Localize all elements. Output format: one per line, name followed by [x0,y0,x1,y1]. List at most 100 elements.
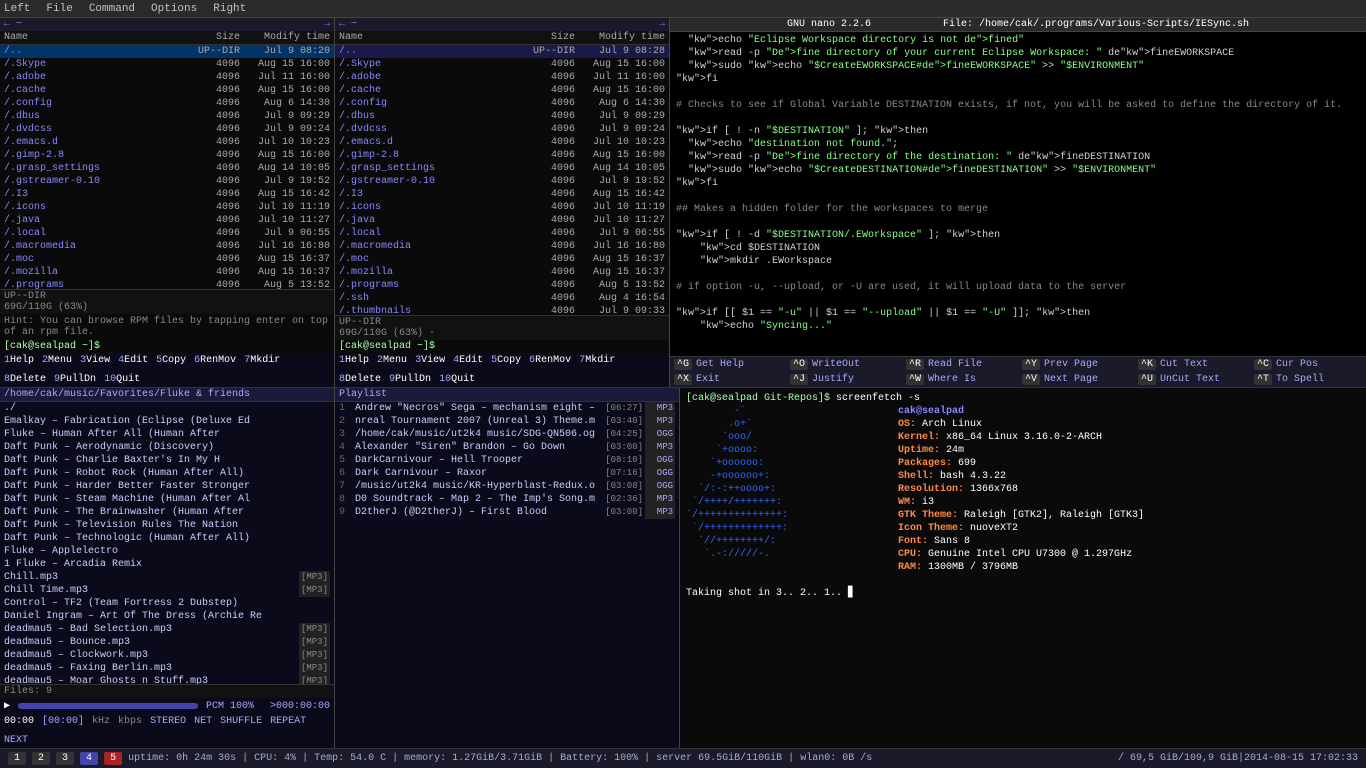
left-fm-row[interactable]: /.grasp_settings4096Aug 14 10:05 [0,162,334,175]
right-fm-row[interactable]: /.dvdcss4096Jul 9 09:24 [335,123,669,136]
fm-shortcut[interactable]: 1Help [4,355,34,366]
fm-shortcut[interactable]: 9PullDn [389,374,431,385]
nano-shortcut[interactable]: ^OWriteOut [786,357,902,372]
mp-track-row[interactable]: Daft Punk – Television Rules The Nation [0,519,334,532]
mp-ctrl-stereo[interactable]: STEREO [150,716,186,727]
mp-track-row[interactable]: deadmau5 – Faxing Berlin.mp3[MP3] [0,662,334,675]
right-fm-row[interactable]: /.gimp-2.84096Aug 15 16:00 [335,149,669,162]
fm-shortcut[interactable]: 3View [80,355,110,366]
left-fm-row[interactable]: /.java4096Jul 10 11:27 [0,214,334,227]
left-fm-row[interactable]: /.cache4096Aug 15 16:00 [0,84,334,97]
fm-shortcut[interactable]: 6RenMov [194,355,236,366]
fm-shortcut[interactable]: 10Quit [439,374,475,385]
mp-track-row[interactable]: Daft Punk – Steam Machine (Human After A… [0,493,334,506]
mp-track-row[interactable]: deadmau5 – Moar Ghosts n Stuff.mp3[MP3] [0,675,334,684]
left-fm-row[interactable]: /.I34096Aug 15 16:42 [0,188,334,201]
nano-shortcut[interactable]: ^GGet Help [670,357,786,372]
left-fm-row[interactable]: /.icons4096Jul 10 11:19 [0,201,334,214]
mp-track-row[interactable]: deadmau5 – Bad Selection.mp3[MP3] [0,623,334,636]
pl-row[interactable]: 7/music/ut2k4 music/KR-Hyperblast-Redux.… [335,480,679,493]
right-fm-row[interactable]: /..UP--DIRJul 9 08:28 [335,45,669,58]
right-fm-row[interactable]: /.Skype4096Aug 15 16:00 [335,58,669,71]
right-fm-row[interactable]: /.ssh4096Aug 4 16:54 [335,292,669,305]
left-fm-row[interactable]: /.Skype4096Aug 15 16:00 [0,58,334,71]
right-fm-row[interactable]: /.emacs.d4096Jul 10 10:23 [335,136,669,149]
right-fm-row[interactable]: /.programs4096Aug 5 13:52 [335,279,669,292]
pl-row[interactable]: 6Dark Carnivour – Raxor[07:16]OGG [335,467,679,480]
mp-track-row[interactable]: Daft Punk – Harder Better Faster Stronge… [0,480,334,493]
fm-shortcut[interactable]: 4Edit [453,355,483,366]
ws-5[interactable]: 5 [104,752,122,765]
mp-track-row[interactable]: Chill.mp3[MP3] [0,571,334,584]
mp-track-row[interactable]: Fluke – Applelectro [0,545,334,558]
mp-track-row[interactable]: deadmau5 – Bounce.mp3[MP3] [0,636,334,649]
nano-shortcut[interactable]: ^JJustify [786,372,902,387]
fm-shortcut[interactable]: 8Delete [339,374,381,385]
nano-shortcut[interactable]: ^XExit [670,372,786,387]
nano-shortcut[interactable]: ^YPrev Page [1018,357,1134,372]
left-fm-row[interactable]: /.local4096Jul 9 06:55 [0,227,334,240]
right-fm-row[interactable]: /.mozilla4096Aug 15 16:37 [335,266,669,279]
nano-content[interactable]: "kw">echo "Eclipse Workspace directory i… [670,32,1366,356]
mp-body[interactable]: ./Emalkay – Fabrication (Eclipse (Deluxe… [0,402,334,684]
mp-track-row[interactable]: Daft Punk – Aerodynamic (Discovery) [0,441,334,454]
nano-shortcut[interactable]: ^TTo Spell [1250,372,1366,387]
fm-shortcut[interactable]: 3View [415,355,445,366]
nano-shortcut[interactable]: ^KCut Text [1134,357,1250,372]
fm-shortcut[interactable]: 7Mkdir [579,355,615,366]
mp-current-dir[interactable]: ./ [0,402,334,415]
left-fm-row[interactable]: /.macromedia4096Jul 16 16:80 [0,240,334,253]
fm-shortcut[interactable]: 5Copy [491,355,521,366]
mp-track-row[interactable]: Daft Punk – Technologic (Human After All… [0,532,334,545]
left-fm-row[interactable]: /..UP--DIRJul 9 08:20 [0,45,334,58]
pl-row[interactable]: 8D0 Soundtrack – Map 2 – The Imp's Song.… [335,493,679,506]
left-fm-row[interactable]: /.mozilla4096Aug 15 16:37 [0,266,334,279]
mp-track-row[interactable]: Daft Punk – Charlie Baxter's In My H [0,454,334,467]
mp-track-row[interactable]: Daniel Ingram – Art Of The Dress (Archie… [0,610,334,623]
left-fm-row[interactable]: /.dbus4096Jul 9 09:29 [0,110,334,123]
right-fm-row[interactable]: /.cache4096Aug 15 16:00 [335,84,669,97]
right-fm-row[interactable]: /.icons4096Jul 10 11:19 [335,201,669,214]
menu-command[interactable]: Command [89,3,135,15]
right-fm-row[interactable]: /.java4096Jul 10 11:27 [335,214,669,227]
left-fm-row[interactable]: /.programs4096Aug 5 13:52 [0,279,334,289]
fm-shortcut[interactable]: 6RenMov [529,355,571,366]
fm-shortcut[interactable]: 2Menu [42,355,72,366]
left-fm-row[interactable]: /.emacs.d4096Jul 10 10:23 [0,136,334,149]
right-fm-row[interactable]: /.adobe4096Jul 11 16:00 [335,71,669,84]
right-fm-row[interactable]: /.local4096Jul 9 06:55 [335,227,669,240]
right-fm-row[interactable]: /.macromedia4096Jul 16 16:80 [335,240,669,253]
menu-options[interactable]: Options [151,3,197,15]
left-fm-row[interactable]: /.moc4096Aug 15 16:37 [0,253,334,266]
nano-shortcut[interactable]: ^UUnCut Text [1134,372,1250,387]
ws-4[interactable]: 4 [80,752,98,765]
right-fm-row[interactable]: /.dbus4096Jul 9 09:29 [335,110,669,123]
mp-ctrl-shuffle[interactable]: SHUFFLE [220,716,262,727]
right-fm-prompt[interactable]: [cak@sealpad ~]$ [335,340,669,353]
right-fm-row[interactable]: /.grasp_settings4096Aug 14 10:05 [335,162,669,175]
mp-track-row[interactable]: Daft Punk – Robot Rock (Human After All) [0,467,334,480]
left-fm-body[interactable]: /..UP--DIRJul 9 08:20/.Skype4096Aug 15 1… [0,45,334,289]
pl-row[interactable]: 2nreal Tournament 2007 (Unreal 3) Theme.… [335,415,679,428]
fm-shortcut[interactable]: 2Menu [377,355,407,366]
right-fm-body[interactable]: /..UP--DIRJul 9 08:28/.Skype4096Aug 15 1… [335,45,669,315]
mp-time-total[interactable]: [00:00] [42,716,84,727]
pl-row[interactable]: 9D2therJ (@D2therJ) – First Blood[03:00]… [335,506,679,519]
right-fm-row[interactable]: /.config4096Aug 6 14:30 [335,97,669,110]
pl-row[interactable]: 3/home/cak/music/ut2k4 music/SDG-QN506.o… [335,428,679,441]
nano-shortcut[interactable]: ^VNext Page [1018,372,1134,387]
right-fm-row[interactable]: /.moc4096Aug 15 16:37 [335,253,669,266]
ws-1[interactable]: 1 [8,752,26,765]
menu-file[interactable]: File [46,3,72,15]
fm-shortcut[interactable]: 4Edit [118,355,148,366]
mp-ctrl-repeat[interactable]: REPEAT [270,716,306,727]
left-fm-row[interactable]: /.gstreamer-0.104096Jul 9 19:52 [0,175,334,188]
left-fm-row[interactable]: /.adobe4096Jul 11 16:00 [0,71,334,84]
right-fm-row[interactable]: /.thumbnails4096Jul 9 09:33 [335,305,669,315]
mp-track-row[interactable]: Chill Time.mp3[MP3] [0,584,334,597]
fm-shortcut[interactable]: 9PullDn [54,374,96,385]
mp-track-row[interactable]: Control – TF2 (Team Fortress 2 Dubstep) [0,597,334,610]
pl-row[interactable]: 1Andrew "Necros" Sega – mechanism eight … [335,402,679,415]
right-fm-row[interactable]: /.I34096Aug 15 16:42 [335,188,669,201]
pl-body[interactable]: 1Andrew "Necros" Sega – mechanism eight … [335,402,679,748]
